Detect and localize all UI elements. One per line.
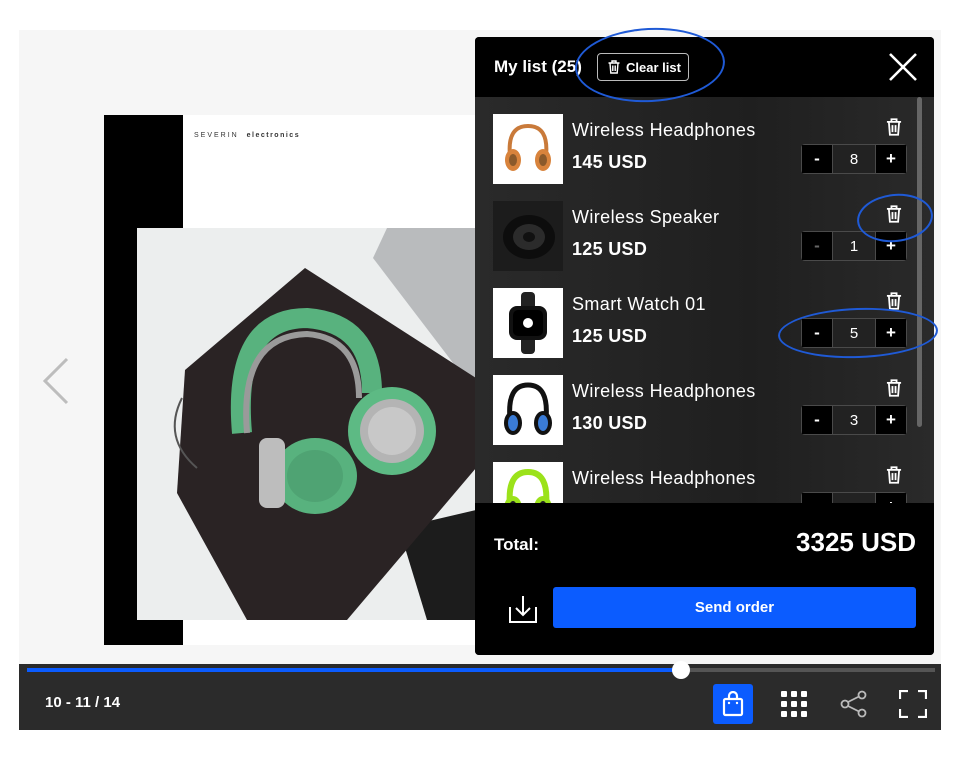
- item-name: Wireless Headphones: [572, 120, 756, 140]
- progress-fill: [27, 668, 681, 672]
- trash-icon[interactable]: [885, 292, 903, 310]
- send-order-button[interactable]: Send order: [553, 587, 916, 628]
- fullscreen-icon: [899, 690, 927, 718]
- decrease-quantity-button[interactable]: -: [802, 232, 832, 260]
- bottom-toolbar: 10 - 11 / 14: [19, 661, 941, 730]
- product-thumbnail-blue-headphones[interactable]: [493, 375, 563, 445]
- list-scrollbar[interactable]: [917, 97, 922, 427]
- trash-icon[interactable]: [885, 205, 903, 223]
- item-price: 130 USD: [572, 413, 648, 433]
- trash-icon[interactable]: [885, 379, 903, 397]
- panel-title: My list (25): [494, 57, 582, 76]
- quantity-stepper: - 5 +: [801, 318, 907, 348]
- shopping-bag-button[interactable]: [713, 684, 753, 724]
- increase-quantity-button[interactable]: +: [876, 145, 906, 173]
- share-icon: [840, 690, 867, 718]
- increase-quantity-button[interactable]: +: [876, 232, 906, 260]
- quantity-stepper: - 8 +: [801, 144, 907, 174]
- quantity-stepper: - +: [801, 492, 907, 503]
- quantity-value[interactable]: 1: [832, 232, 876, 260]
- quantity-stepper: - 3 +: [801, 405, 907, 435]
- item-price: 125 USD: [572, 326, 648, 346]
- item-name: Wireless Headphones: [572, 468, 756, 488]
- increase-quantity-button[interactable]: +: [876, 493, 906, 503]
- quantity-value[interactable]: 5: [832, 319, 876, 347]
- quantity-value[interactable]: [832, 493, 876, 503]
- product-photo: [137, 228, 476, 620]
- decrease-quantity-button[interactable]: -: [802, 319, 832, 347]
- item-price: 125 USD: [572, 239, 648, 259]
- clear-list-button[interactable]: Clear list: [597, 53, 689, 81]
- trash-icon: [608, 60, 620, 74]
- item-name: Smart Watch 01: [572, 294, 706, 314]
- cart-item: Smart Watch 01 125 USD - 5 +: [475, 288, 915, 375]
- decrease-quantity-button[interactable]: -: [802, 493, 832, 503]
- close-icon[interactable]: [887, 51, 919, 83]
- cart-item: Wireless Speaker 125 USD - 1 +: [475, 201, 915, 288]
- trash-icon[interactable]: [885, 118, 903, 136]
- total-label: Total:: [494, 535, 540, 554]
- fullscreen-button[interactable]: [893, 684, 933, 724]
- panel-header: My list (25) Clear list: [475, 37, 934, 97]
- cart-item: Wireless Headphones 130 USD - 3 +: [475, 375, 915, 462]
- previous-page-arrow-icon[interactable]: [40, 356, 76, 406]
- item-price: 145 USD: [572, 152, 648, 172]
- product-thumbnail-lime-headphones[interactable]: [493, 462, 563, 503]
- quantity-value[interactable]: 8: [832, 145, 876, 173]
- brand-logo: SEVERIN electronics: [194, 132, 301, 139]
- cart-item-list[interactable]: Wireless Headphones 145 USD - 8 + Wirele…: [475, 97, 934, 503]
- increase-quantity-button[interactable]: +: [876, 319, 906, 347]
- quantity-value[interactable]: 3: [832, 406, 876, 434]
- cart-item: Wireless Headphones 145 USD - 8 +: [475, 114, 915, 201]
- download-icon[interactable]: [507, 593, 539, 625]
- shopping-bag-icon: [722, 691, 744, 717]
- quantity-stepper: - 1 +: [801, 231, 907, 261]
- progress-track[interactable]: [27, 661, 935, 679]
- product-thumbnail-orange-headphones[interactable]: [493, 114, 563, 184]
- product-thumbnail-black-smartwatch[interactable]: [493, 288, 563, 358]
- decrease-quantity-button[interactable]: -: [802, 406, 832, 434]
- cart-item: Wireless Headphones - +: [475, 462, 915, 503]
- grid-icon: [781, 691, 807, 717]
- increase-quantity-button[interactable]: +: [876, 406, 906, 434]
- share-button[interactable]: [834, 684, 874, 724]
- product-thumbnail-black-speaker[interactable]: [493, 201, 563, 271]
- my-list-panel: My list (25) Clear list Wireless Headpho…: [475, 37, 934, 655]
- page-counter: 10 - 11 / 14: [45, 694, 121, 711]
- panel-footer: Total: 3325 USD Send order: [475, 503, 934, 655]
- grid-view-button[interactable]: [774, 684, 814, 724]
- item-name: Wireless Headphones: [572, 381, 756, 401]
- progress-slider-handle[interactable]: [671, 661, 690, 679]
- total-value: 3325 USD: [796, 527, 916, 557]
- item-name: Wireless Speaker: [572, 207, 720, 227]
- decrease-quantity-button[interactable]: -: [802, 145, 832, 173]
- clear-list-label: Clear list: [626, 59, 681, 75]
- trash-icon[interactable]: [885, 466, 903, 484]
- catalog-page[interactable]: SEVERIN electronics: [104, 115, 476, 645]
